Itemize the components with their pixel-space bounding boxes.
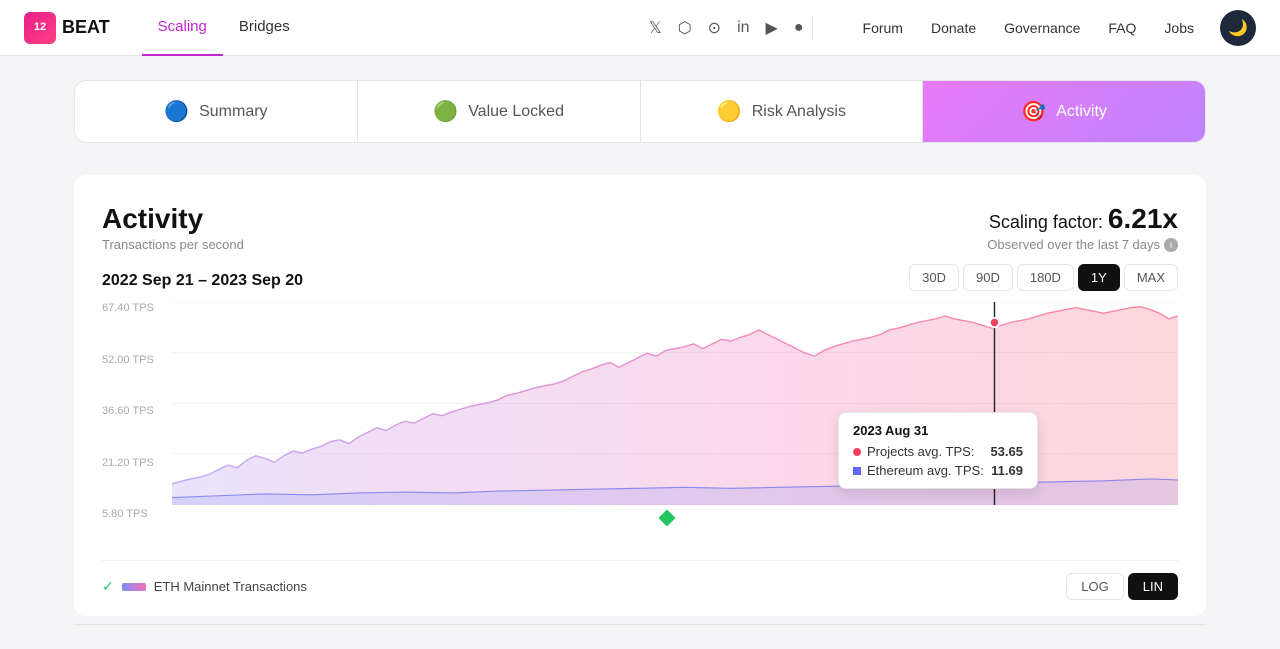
tab-risk-analysis[interactable]: 🟡 Risk Analysis (641, 81, 924, 142)
chart-title: Activity (102, 203, 244, 235)
tps-labels: 67.40 TPS 52.00 TPS 36.60 TPS 21.20 TPS … (102, 302, 172, 520)
nav-right: Forum Donate Governance FAQ Jobs 🌙 (853, 10, 1256, 46)
tooltip-projects-val: 53.65 (990, 444, 1023, 459)
scaling-value: 6.21x (1108, 203, 1178, 234)
navbar: 12 BEAT Scaling Bridges 𝕏 ⬡ ⊙ in ▶ ● For… (0, 0, 1280, 56)
tab-bar: 🔵 Summary 🟢 Value Locked 🟡 Risk Analysis… (74, 80, 1206, 143)
scale-lin[interactable]: LIN (1128, 573, 1178, 600)
projects-dot (853, 448, 861, 456)
period-30d[interactable]: 30D (909, 264, 959, 291)
nav-links: Scaling Bridges (142, 0, 306, 56)
chart-subtitle: Transactions per second (102, 237, 244, 252)
scaling-note: Observed over the last 7 days i (987, 237, 1178, 252)
legend-eth-mainnet[interactable]: ✓ ETH Mainnet Transactions (102, 578, 307, 595)
logo-icon: 12 (24, 12, 56, 44)
tab-risk-analysis-label: Risk Analysis (752, 103, 846, 121)
tooltip-ethereum-key: Ethereum avg. TPS: (867, 463, 985, 478)
scaling-info: Scaling factor: 6.21x Observed over the … (987, 203, 1178, 252)
theme-toggle[interactable]: 🌙 (1220, 10, 1256, 46)
nav-social: 𝕏 ⬡ ⊙ in ▶ ● (649, 18, 804, 38)
legend-label: ETH Mainnet Transactions (154, 579, 307, 594)
nav-forum[interactable]: Forum (853, 16, 913, 40)
chart-section: Activity Transactions per second Scaling… (74, 175, 1206, 616)
tps-label-0: 67.40 TPS (102, 302, 172, 314)
tooltip-row-ethereum: Ethereum avg. TPS: 11.69 (853, 463, 1023, 478)
logo-text: BEAT (62, 17, 110, 38)
nav-jobs[interactable]: Jobs (1154, 16, 1204, 40)
period-max[interactable]: MAX (1124, 264, 1178, 291)
chart-bottom: ✓ ETH Mainnet Transactions LOG LIN (102, 560, 1178, 616)
tooltip-row-projects: Projects avg. TPS: 53.65 (853, 444, 1023, 459)
tooltip-projects-key: Projects avg. TPS: (867, 444, 984, 459)
tab-summary-label: Summary (199, 103, 267, 121)
ethereum-square (853, 467, 861, 475)
legend-color-bar (122, 583, 146, 591)
value-locked-icon: 🟢 (433, 99, 458, 124)
nav-scaling[interactable]: Scaling (142, 0, 223, 56)
risk-analysis-icon: 🟡 (717, 99, 742, 124)
summary-icon: 🔵 (164, 99, 189, 124)
legend-checkmark: ✓ (102, 578, 114, 595)
nav-faq[interactable]: FAQ (1098, 16, 1146, 40)
video-icon[interactable]: ● (794, 19, 804, 37)
logo-number: 12 (34, 22, 46, 33)
period-buttons: 30D 90D 180D 1Y MAX (909, 264, 1178, 291)
chart-header: Activity Transactions per second Scaling… (102, 203, 1178, 252)
period-1y[interactable]: 1Y (1078, 264, 1120, 291)
twitter-icon[interactable]: 𝕏 (649, 18, 662, 38)
logo[interactable]: 12 BEAT (24, 12, 110, 44)
scaling-label: Scaling factor: 6.21x (987, 203, 1178, 235)
discord-icon[interactable]: ⬡ (678, 18, 692, 38)
tps-label-2: 36.60 TPS (102, 405, 172, 417)
linkedin-icon[interactable]: in (737, 19, 749, 37)
main-content: 🔵 Summary 🟢 Value Locked 🟡 Risk Analysis… (50, 56, 1230, 649)
tab-activity-label: Activity (1056, 103, 1107, 121)
tooltip-date: 2023 Aug 31 (853, 423, 1023, 438)
chart-title-area: Activity Transactions per second (102, 203, 244, 252)
tab-value-locked[interactable]: 🟢 Value Locked (358, 81, 641, 142)
scale-log[interactable]: LOG (1066, 573, 1123, 600)
info-icon[interactable]: i (1164, 238, 1178, 252)
nav-governance[interactable]: Governance (994, 16, 1090, 40)
tab-value-locked-label: Value Locked (468, 103, 564, 121)
youtube-icon[interactable]: ▶ (766, 18, 778, 38)
tps-label-3: 21.20 TPS (102, 457, 172, 469)
diamond-marker (658, 510, 675, 527)
bottom-divider (74, 624, 1206, 625)
period-90d[interactable]: 90D (963, 264, 1013, 291)
chart-wrapper: 67.40 TPS 52.00 TPS 36.60 TPS 21.20 TPS … (102, 302, 1178, 552)
activity-icon: 🎯 (1021, 99, 1046, 124)
nav-donate[interactable]: Donate (921, 16, 986, 40)
tab-summary[interactable]: 🔵 Summary (75, 81, 358, 142)
chart-tooltip: 2023 Aug 31 Projects avg. TPS: 53.65 Eth… (838, 412, 1038, 489)
period-180d[interactable]: 180D (1017, 264, 1074, 291)
tooltip-ethereum-val: 11.69 (991, 463, 1023, 478)
tps-label-1: 52.00 TPS (102, 354, 172, 366)
date-range: 2022 Sep 21 – 2023 Sep 20 (102, 272, 303, 290)
tab-activity[interactable]: 🎯 Activity (923, 81, 1205, 142)
scale-buttons: LOG LIN (1066, 573, 1178, 600)
nav-divider (812, 16, 813, 40)
tps-label-4: 5.80 TPS (102, 508, 172, 520)
nav-bridges[interactable]: Bridges (223, 0, 306, 56)
github-icon[interactable]: ⊙ (708, 18, 721, 38)
